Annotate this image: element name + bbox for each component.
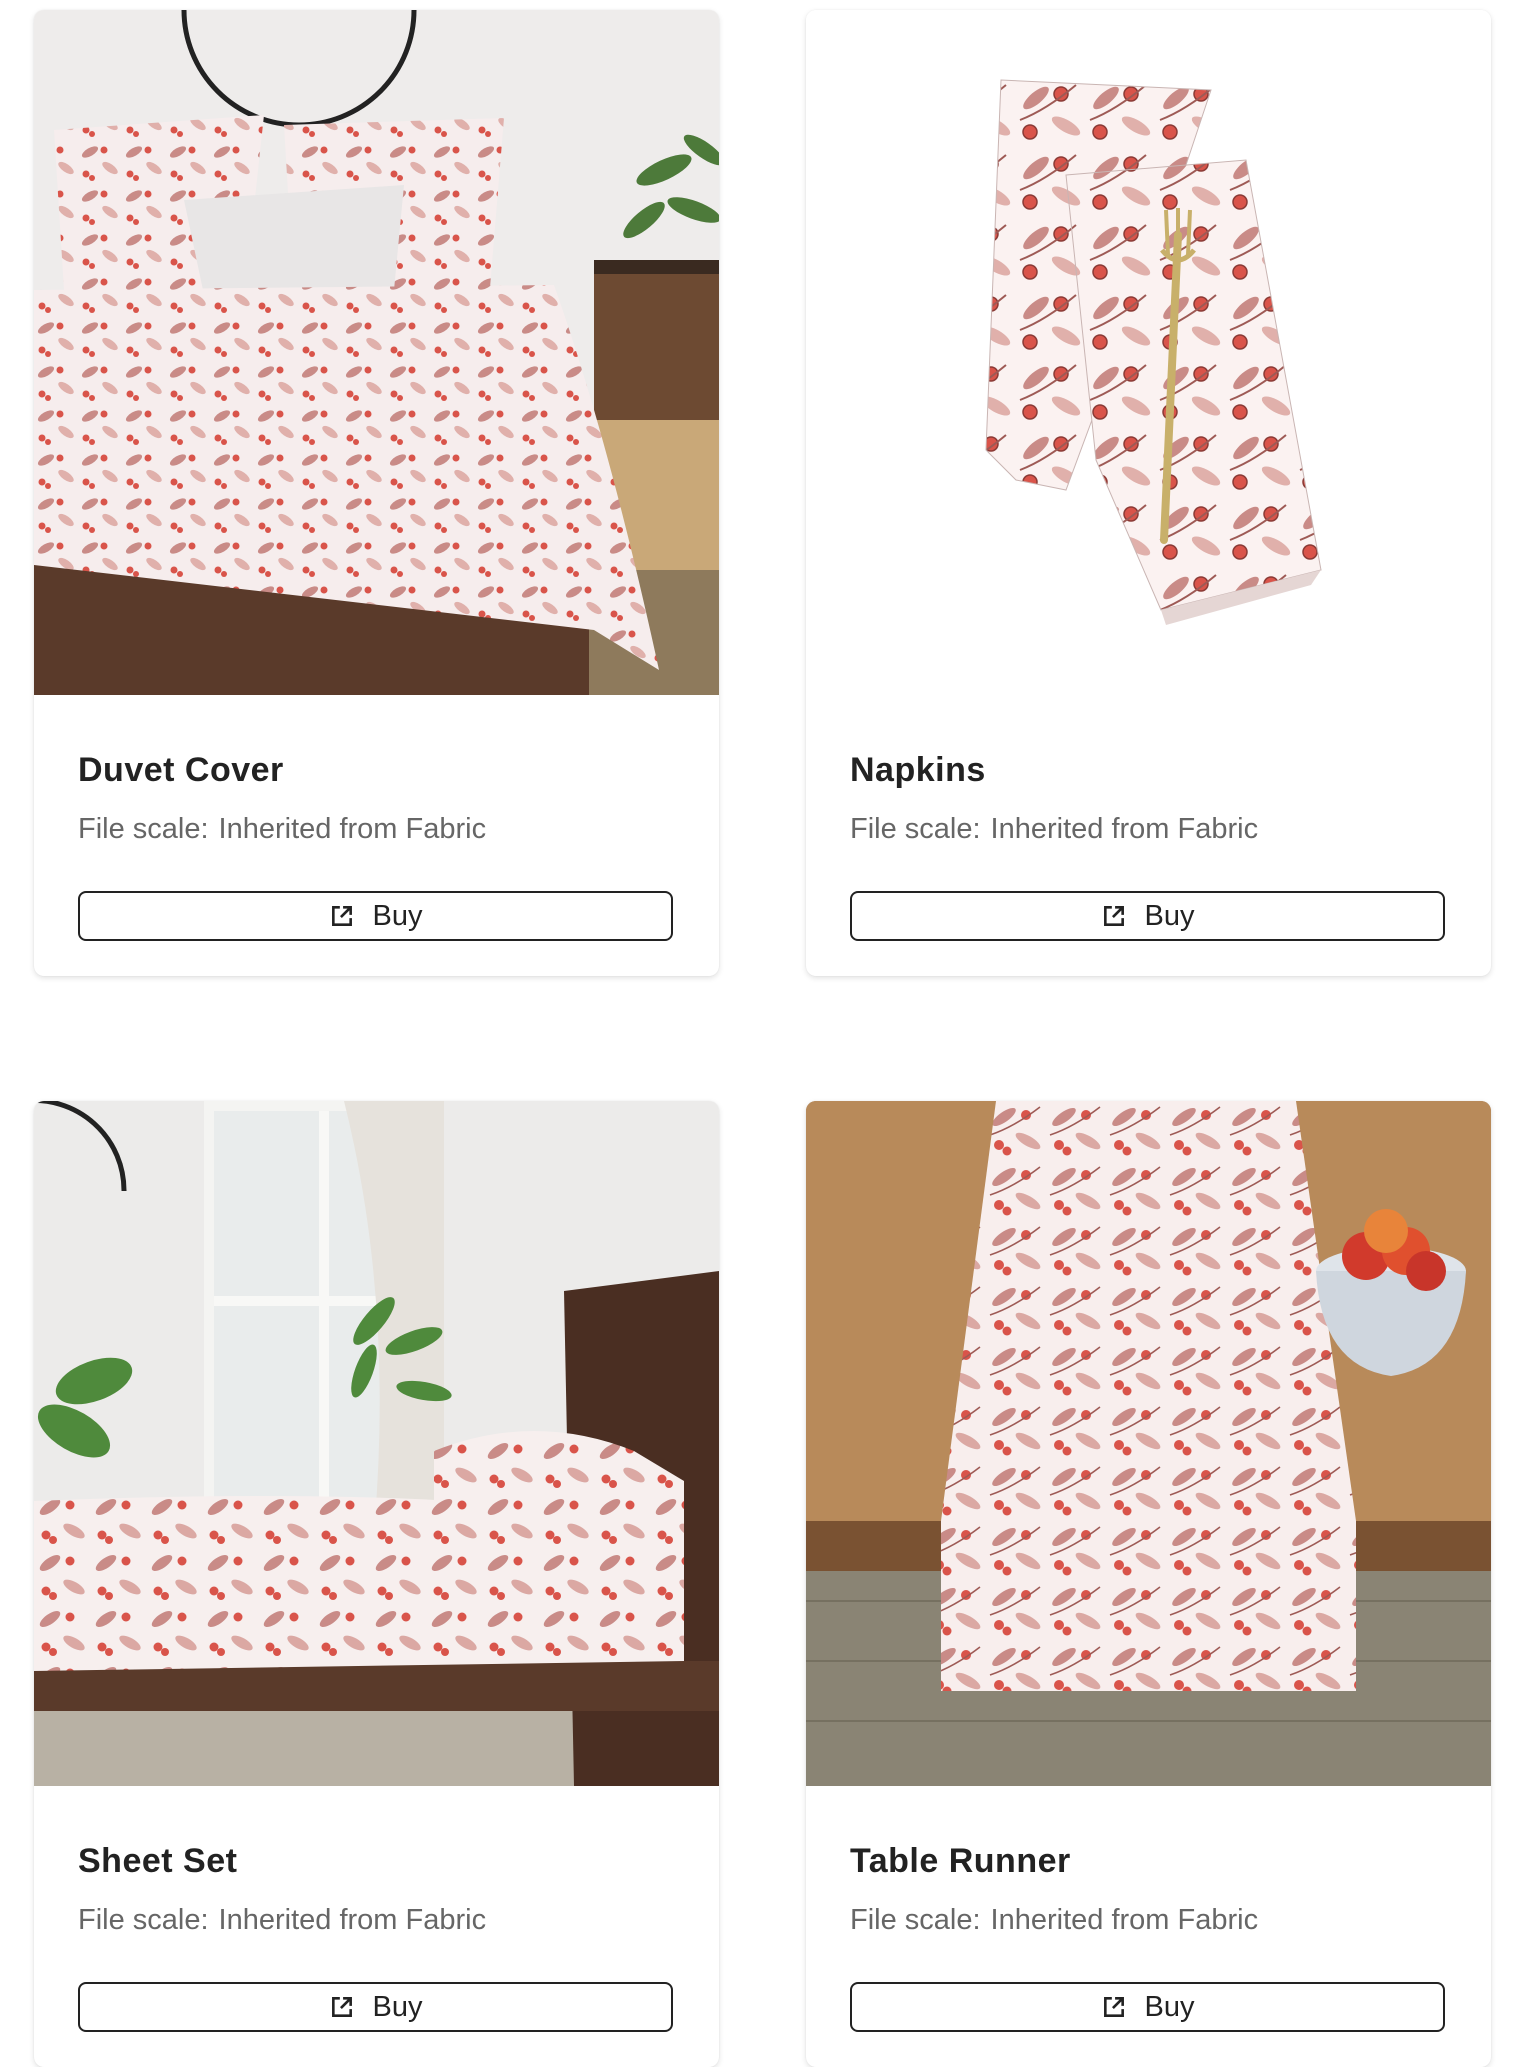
product-title: Table Runner — [850, 1842, 1071, 1880]
napkins-image[interactable] — [806, 10, 1491, 695]
file-scale-label: File scale: — [78, 813, 209, 845]
buy-button[interactable]: Buy — [78, 891, 673, 941]
napkins-details: Napkins File scale: Inherited from Fabric… — [850, 695, 1447, 976]
external-link-icon — [329, 903, 355, 929]
file-scale-label: File scale: — [850, 1904, 981, 1936]
file-scale-text: File scale: Inherited from Fabric — [78, 1904, 486, 1937]
file-scale-value: Inherited from Fabric — [218, 813, 487, 845]
file-scale-text: File scale: Inherited from Fabric — [850, 1904, 1258, 1937]
sheet-set-details: Sheet Set File scale: Inherited from Fabr… — [78, 1786, 675, 2067]
buy-button-label: Buy — [1144, 899, 1195, 932]
external-link-icon — [1101, 903, 1127, 929]
product-title: Duvet Cover — [78, 751, 284, 789]
buy-button[interactable]: Buy — [78, 1982, 673, 2032]
file-scale-label: File scale: — [850, 813, 981, 845]
duvet-cover-image[interactable] — [34, 10, 719, 695]
product-title: Napkins — [850, 751, 986, 789]
buy-button-label: Buy — [372, 1990, 423, 2023]
product-card-table-runner[interactable]: Table Runner File scale: Inherited from F… — [806, 1101, 1491, 2067]
buy-button-label: Buy — [372, 899, 423, 932]
file-scale-text: File scale: Inherited from Fabric — [850, 813, 1258, 846]
product-title: Sheet Set — [78, 1842, 238, 1880]
table-runner-details: Table Runner File scale: Inherited from F… — [850, 1786, 1447, 2067]
product-card-napkins[interactable]: Napkins File scale: Inherited from Fabric… — [806, 10, 1491, 976]
buy-button-label: Buy — [1144, 1990, 1195, 2023]
file-scale-value: Inherited from Fabric — [990, 813, 1259, 845]
file-scale-text: File scale: Inherited from Fabric — [78, 813, 486, 846]
file-scale-value: Inherited from Fabric — [218, 1904, 487, 1936]
file-scale-label: File scale: — [78, 1904, 209, 1936]
buy-button[interactable]: Buy — [850, 891, 1445, 941]
file-scale-value: Inherited from Fabric — [990, 1904, 1259, 1936]
external-link-icon — [1101, 1994, 1127, 2020]
buy-button[interactable]: Buy — [850, 1982, 1445, 2032]
product-grid: Duvet Cover File scale: Inherited from Fa… — [0, 0, 1532, 2067]
sheet-set-image[interactable] — [34, 1101, 719, 1786]
duvet-cover-details: Duvet Cover File scale: Inherited from Fa… — [78, 695, 675, 976]
external-link-icon — [329, 1994, 355, 2020]
product-card-duvet-cover[interactable]: Duvet Cover File scale: Inherited from Fa… — [34, 10, 719, 976]
table-runner-image[interactable] — [806, 1101, 1491, 1786]
product-card-sheet-set[interactable]: Sheet Set File scale: Inherited from Fabr… — [34, 1101, 719, 2067]
